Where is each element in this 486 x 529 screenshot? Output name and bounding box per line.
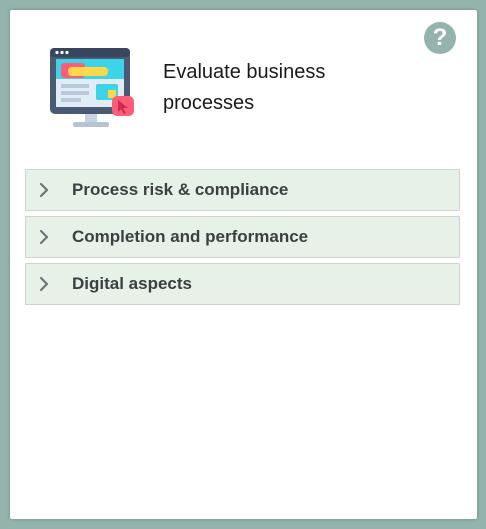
accordion-item-completion-performance[interactable]: Completion and performance [25, 216, 460, 258]
accordion-item-label: Process risk & compliance [72, 180, 289, 199]
chevron-right-icon [39, 229, 49, 245]
accordion-item-label: Digital aspects [72, 274, 192, 293]
help-button[interactable]: ? [424, 22, 456, 54]
evaluation-card: ? Evaluate business processes Process ri… [10, 10, 477, 519]
chevron-right-icon [39, 182, 49, 198]
accordion-item-label: Completion and performance [72, 227, 309, 246]
panel-title: Evaluate business processes [163, 61, 326, 114]
web-app-design-icon [50, 48, 134, 127]
accordion-item-process-risk[interactable]: Process risk & compliance [25, 169, 460, 211]
accordion-item-digital-aspects[interactable]: Digital aspects [25, 263, 460, 305]
accordion: Process risk & compliance Completion and… [25, 169, 460, 310]
chevron-right-icon [39, 276, 49, 292]
question-mark-icon: ? [432, 24, 448, 51]
